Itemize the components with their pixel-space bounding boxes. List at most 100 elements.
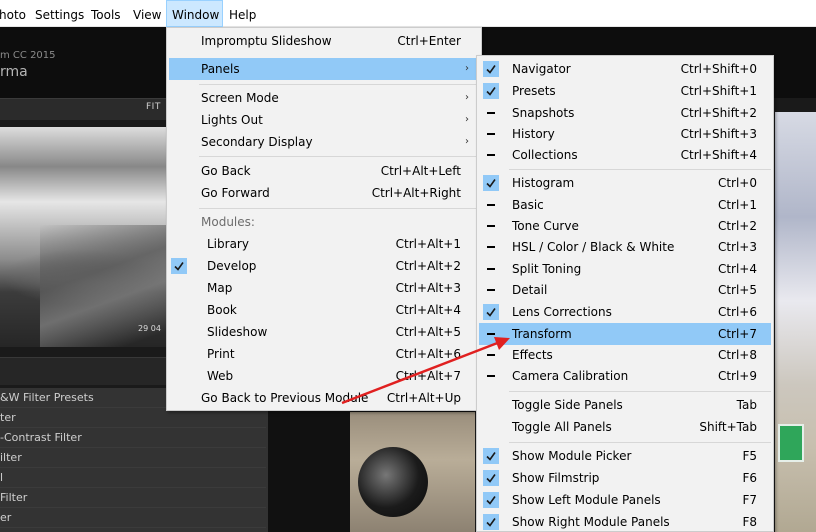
menu-item-shortcut: Ctrl+Enter bbox=[397, 34, 461, 48]
secondary-photo bbox=[775, 112, 816, 532]
menu-item-shortcut: F8 bbox=[742, 515, 757, 529]
menu-item-web[interactable]: Web Ctrl+Alt+7 bbox=[169, 365, 479, 387]
menu-item-label: Map bbox=[207, 281, 233, 295]
menu-item-shortcut: Ctrl+4 bbox=[717, 262, 757, 276]
dash-icon bbox=[487, 204, 495, 206]
menu-item-shortcut: Ctrl+3 bbox=[717, 240, 757, 254]
checkmark-icon bbox=[483, 61, 499, 77]
panel-item-navigator[interactable]: Navigator Ctrl+Shift+0 bbox=[479, 58, 771, 80]
menu-item-go-back[interactable]: Go Back Ctrl+Alt+Left bbox=[169, 160, 479, 182]
menu-item-label: Navigator bbox=[512, 62, 571, 76]
menu-item-shortcut: Ctrl+Alt+4 bbox=[395, 303, 461, 317]
menu-item-label: HSL / Color / Black & White bbox=[512, 240, 675, 254]
menu-item-label: Show Filmstrip bbox=[512, 471, 600, 485]
menu-item-label: Effects bbox=[512, 348, 553, 362]
menu-item-develop[interactable]: Develop Ctrl+Alt+2 bbox=[169, 255, 479, 277]
menu-heading-label: Modules: bbox=[201, 215, 255, 229]
panel-item-show-right-module-panels[interactable]: Show Right Module Panels F8 bbox=[479, 511, 771, 532]
menu-item-label: Collections bbox=[512, 148, 578, 162]
menu-item-label: Go Back to Previous Module bbox=[201, 391, 369, 405]
checkmark-icon bbox=[483, 304, 499, 320]
menu-item-shortcut: Ctrl+1 bbox=[717, 198, 757, 212]
panel-item-effects[interactable]: Effects Ctrl+8 bbox=[479, 344, 771, 366]
menu-item-label: Slideshow bbox=[207, 325, 268, 339]
panel-item-show-module-picker[interactable]: Show Module Picker F5 bbox=[479, 445, 771, 467]
menu-item-shortcut: Ctrl+5 bbox=[717, 283, 757, 297]
secondary-photo-sign bbox=[778, 424, 804, 462]
menu-settings[interactable]: Settings bbox=[35, 0, 84, 27]
menu-item-label: Transform bbox=[512, 327, 572, 341]
menu-item-shortcut: Ctrl+9 bbox=[717, 369, 757, 383]
menu-item-shortcut: Ctrl+Shift+0 bbox=[680, 62, 757, 76]
panel-item-hsl-color-bw[interactable]: HSL / Color / Black & White Ctrl+3 bbox=[479, 236, 771, 258]
checkmark-icon bbox=[483, 175, 499, 191]
panel-item-presets[interactable]: Presets Ctrl+Shift+1 bbox=[479, 80, 771, 102]
menu-item-shortcut: F5 bbox=[742, 449, 757, 463]
menu-separator bbox=[199, 84, 477, 85]
menu-item-shortcut: Ctrl+0 bbox=[717, 176, 757, 190]
preset-item[interactable]: -Contrast Filter bbox=[0, 428, 266, 448]
menu-item-label: Impromptu Slideshow bbox=[201, 34, 332, 48]
menu-item-shortcut: Ctrl+Alt+Up bbox=[386, 391, 461, 405]
menu-item-label: Lights Out bbox=[201, 113, 263, 127]
menu-help[interactable]: Help bbox=[229, 0, 256, 27]
menu-item-shortcut: F6 bbox=[742, 471, 757, 485]
preset-item[interactable]: Filter bbox=[0, 488, 266, 508]
menu-window[interactable]: Window bbox=[166, 0, 223, 27]
panel-item-histogram[interactable]: Histogram Ctrl+0 bbox=[479, 172, 771, 194]
submenu-arrow-icon: › bbox=[465, 114, 469, 125]
menu-item-slideshow[interactable]: Slideshow Ctrl+Alt+5 bbox=[169, 321, 479, 343]
menu-item-lights-out[interactable]: Lights Out › bbox=[169, 109, 479, 131]
presets-panel-header[interactable] bbox=[0, 357, 166, 385]
menu-item-previous-module[interactable]: Go Back to Previous Module Ctrl+Alt+Up bbox=[169, 387, 479, 409]
menu-item-label: Print bbox=[207, 347, 235, 361]
menu-item-print[interactable]: Print Ctrl+Alt+6 bbox=[169, 343, 479, 365]
panel-item-show-filmstrip[interactable]: Show Filmstrip F6 bbox=[479, 467, 771, 489]
menu-item-library[interactable]: Library Ctrl+Alt+1 bbox=[169, 233, 479, 255]
preset-item[interactable]: l bbox=[0, 468, 266, 488]
menu-item-shortcut: Ctrl+Alt+5 bbox=[395, 325, 461, 339]
checkmark-icon bbox=[171, 258, 187, 274]
dash-icon bbox=[487, 268, 495, 270]
menu-item-label: Show Right Module Panels bbox=[512, 515, 670, 529]
menu-photo[interactable]: hoto bbox=[0, 0, 26, 27]
panel-item-camera-calibration[interactable]: Camera Calibration Ctrl+9 bbox=[479, 365, 771, 387]
panel-item-snapshots[interactable]: Snapshots Ctrl+Shift+2 bbox=[479, 102, 771, 124]
menu-item-label: History bbox=[512, 127, 555, 141]
menu-tools[interactable]: Tools bbox=[91, 0, 121, 27]
panel-item-show-left-module-panels[interactable]: Show Left Module Panels F7 bbox=[479, 489, 771, 511]
menu-item-panels[interactable]: Panels › bbox=[169, 58, 479, 80]
submenu-arrow-icon: › bbox=[465, 63, 469, 74]
menu-item-impromptu-slideshow[interactable]: Impromptu Slideshow Ctrl+Enter bbox=[169, 30, 479, 52]
panel-item-split-toning[interactable]: Split Toning Ctrl+4 bbox=[479, 258, 771, 280]
menu-item-shortcut: Shift+Tab bbox=[699, 420, 757, 434]
menu-item-secondary-display[interactable]: Secondary Display › bbox=[169, 131, 479, 153]
panel-item-tone-curve[interactable]: Tone Curve Ctrl+2 bbox=[479, 215, 771, 237]
panel-item-detail[interactable]: Detail Ctrl+5 bbox=[479, 279, 771, 301]
panel-item-basic[interactable]: Basic Ctrl+1 bbox=[479, 194, 771, 216]
dash-icon bbox=[487, 154, 495, 156]
menu-item-label: Toggle Side Panels bbox=[512, 398, 623, 412]
panel-item-toggle-side-panels[interactable]: Toggle Side Panels Tab bbox=[479, 394, 771, 416]
menu-item-label: Camera Calibration bbox=[512, 369, 629, 383]
preset-item[interactable]: er bbox=[0, 508, 266, 528]
menu-item-shortcut: Ctrl+Shift+1 bbox=[680, 84, 757, 98]
menu-item-shortcut: Ctrl+Alt+1 bbox=[395, 237, 461, 251]
menu-view[interactable]: View bbox=[133, 0, 161, 27]
checkmark-icon bbox=[483, 83, 499, 99]
menu-item-go-forward[interactable]: Go Forward Ctrl+Alt+Right bbox=[169, 182, 479, 204]
panel-item-lens-corrections[interactable]: Lens Corrections Ctrl+6 bbox=[479, 301, 771, 323]
panel-item-history[interactable]: History Ctrl+Shift+3 bbox=[479, 123, 771, 145]
panel-item-transform[interactable]: Transform Ctrl+7 bbox=[479, 323, 771, 345]
menu-item-screen-mode[interactable]: Screen Mode › bbox=[169, 87, 479, 109]
menu-item-book[interactable]: Book Ctrl+Alt+4 bbox=[169, 299, 479, 321]
window-menu: Impromptu Slideshow Ctrl+Enter Panels › … bbox=[166, 27, 482, 411]
menu-item-label: Web bbox=[207, 369, 234, 383]
panel-item-toggle-all-panels[interactable]: Toggle All Panels Shift+Tab bbox=[479, 416, 771, 438]
preset-item[interactable]: ilter bbox=[0, 448, 266, 468]
navigator-fit-button[interactable]: FIT bbox=[146, 102, 161, 112]
preset-item[interactable]: ter bbox=[0, 408, 266, 428]
menu-item-map[interactable]: Map Ctrl+Alt+3 bbox=[169, 277, 479, 299]
menu-item-label: Lens Corrections bbox=[512, 305, 612, 319]
panel-item-collections[interactable]: Collections Ctrl+Shift+4 bbox=[479, 144, 771, 166]
